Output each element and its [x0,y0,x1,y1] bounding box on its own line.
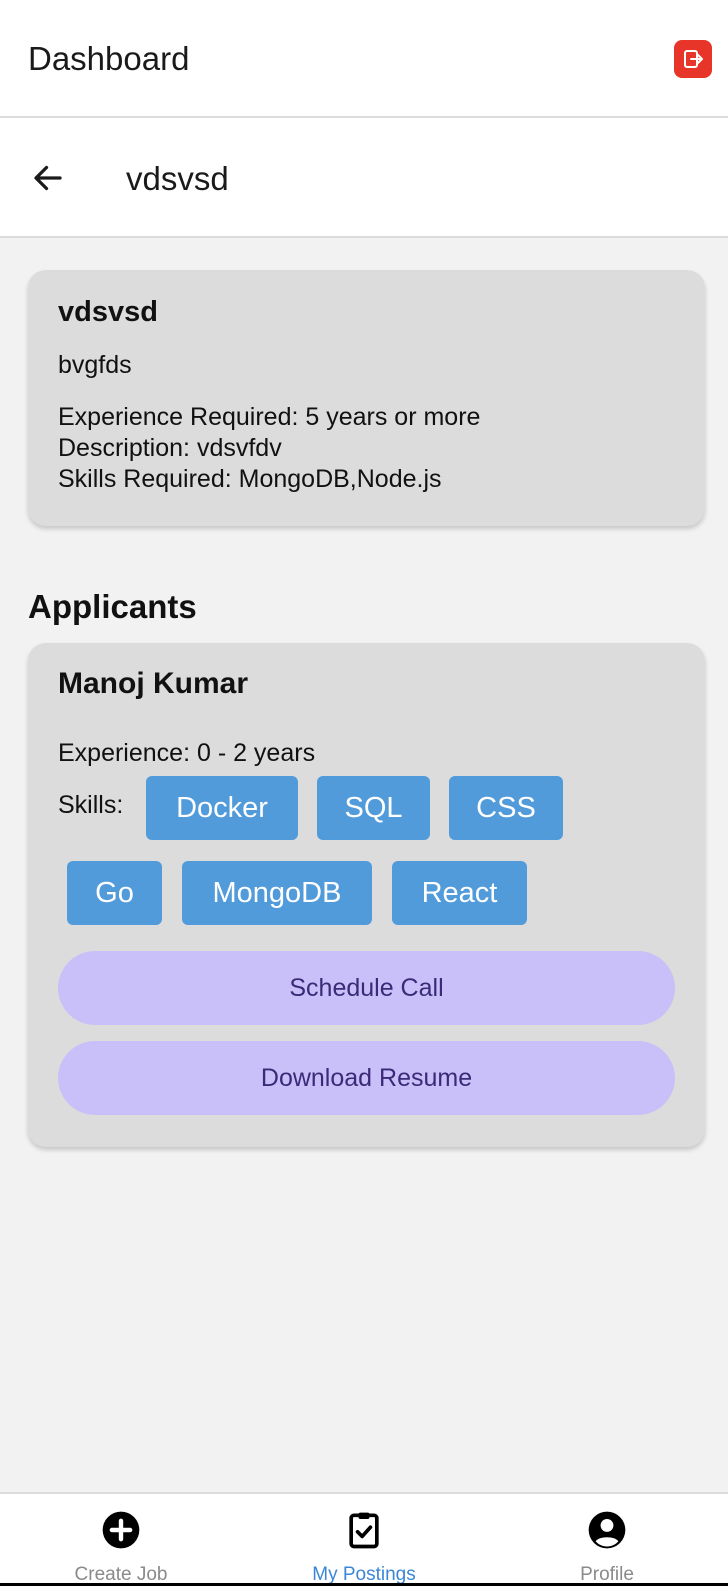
clipboard-check-icon [349,1512,379,1549]
nav-my-postings[interactable]: My Postings [243,1494,485,1586]
skill-chip[interactable]: Docker [146,776,298,840]
skill-chip[interactable]: Go [67,861,162,925]
skill-chip[interactable]: React [392,861,527,925]
job-description: Description: vdsvfdv [58,434,282,462]
skill-chip[interactable]: MongoDB [182,861,372,925]
skill-chip[interactable]: SQL [317,776,430,840]
top-app-bar: Dashboard [0,0,728,118]
logout-icon [684,50,703,68]
nav-profile[interactable]: Profile [486,1494,728,1586]
app-title: Dashboard [28,40,190,77]
skills-label: Skills: [58,791,124,819]
applicant-name: Manoj Kumar [58,667,249,700]
app-root: Dashboard vdsvsd vdsvsd bvgfds Experienc… [0,0,728,1586]
job-experience: Experience Required: 5 years or more [58,403,481,431]
back-button[interactable] [26,156,70,200]
header-job-title: vdsvsd [126,160,229,197]
plus-circle-icon [102,1511,140,1549]
user-circle-icon [588,1511,626,1549]
applicants-heading: Applicants [28,588,197,625]
job-company: bvgfds [58,351,132,379]
skill-chip[interactable]: CSS [449,776,563,840]
bottom-navigation: Create Job My Postings Profile [0,1492,728,1586]
applicant-experience: Experience: 0 - 2 years [58,739,316,767]
nav-create-job[interactable]: Create Job [0,1494,242,1586]
job-details-card: vdsvsd bvgfds Experience Required: 5 yea… [28,270,705,526]
job-title: vdsvsd [58,296,158,328]
logout-button[interactable] [674,40,712,78]
applicant-card: Manoj Kumar Experience: 0 - 2 years Skil… [28,643,705,1147]
job-skills: Skills Required: MongoDB,Node.js [58,465,442,493]
arrow-left-icon [34,165,62,191]
download-resume-button[interactable]: Download Resume [58,1041,675,1115]
job-detail-header: vdsvsd [0,118,728,238]
schedule-call-button[interactable]: Schedule Call [58,951,675,1025]
